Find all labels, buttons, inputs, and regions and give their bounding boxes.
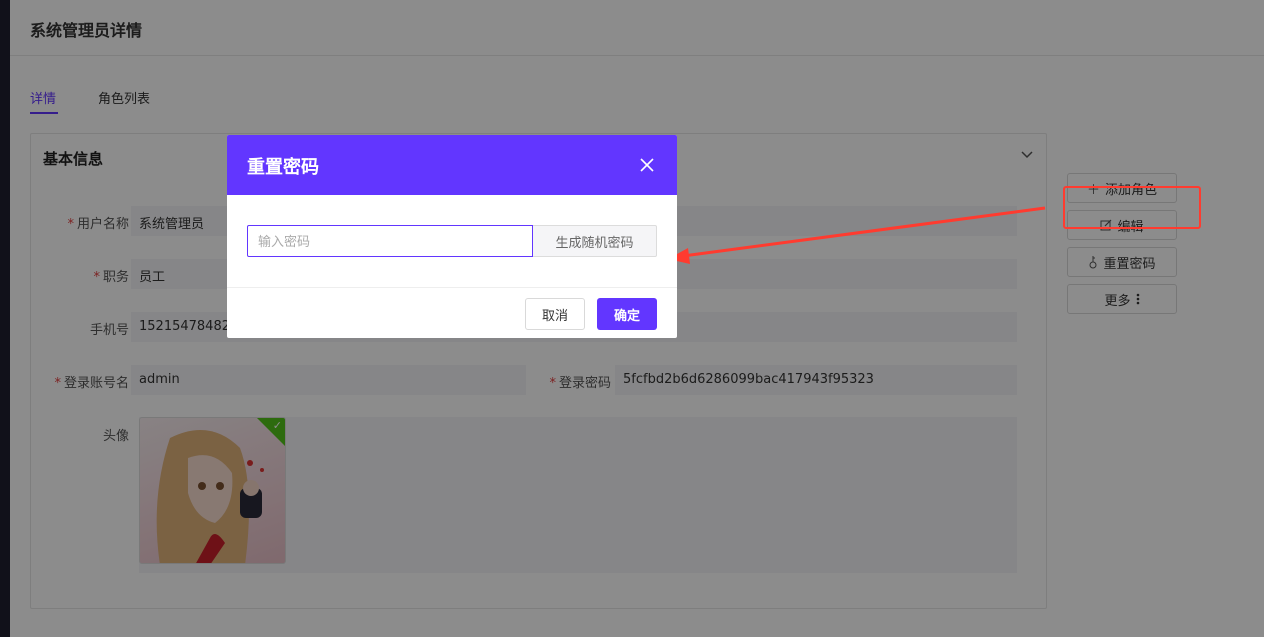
dialog-divider	[227, 287, 677, 288]
annotation-highlight-box	[1063, 186, 1201, 229]
cancel-button[interactable]: 取消	[525, 298, 585, 330]
reset-password-dialog: 重置密码 生成随机密码 取消 确定	[227, 135, 677, 338]
password-input[interactable]	[247, 225, 533, 257]
dialog-title: 重置密码	[247, 157, 319, 178]
close-icon[interactable]	[639, 157, 655, 173]
dialog-header: 重置密码	[227, 135, 677, 195]
confirm-button[interactable]: 确定	[597, 298, 657, 330]
generate-random-password-button[interactable]: 生成随机密码	[533, 225, 657, 257]
